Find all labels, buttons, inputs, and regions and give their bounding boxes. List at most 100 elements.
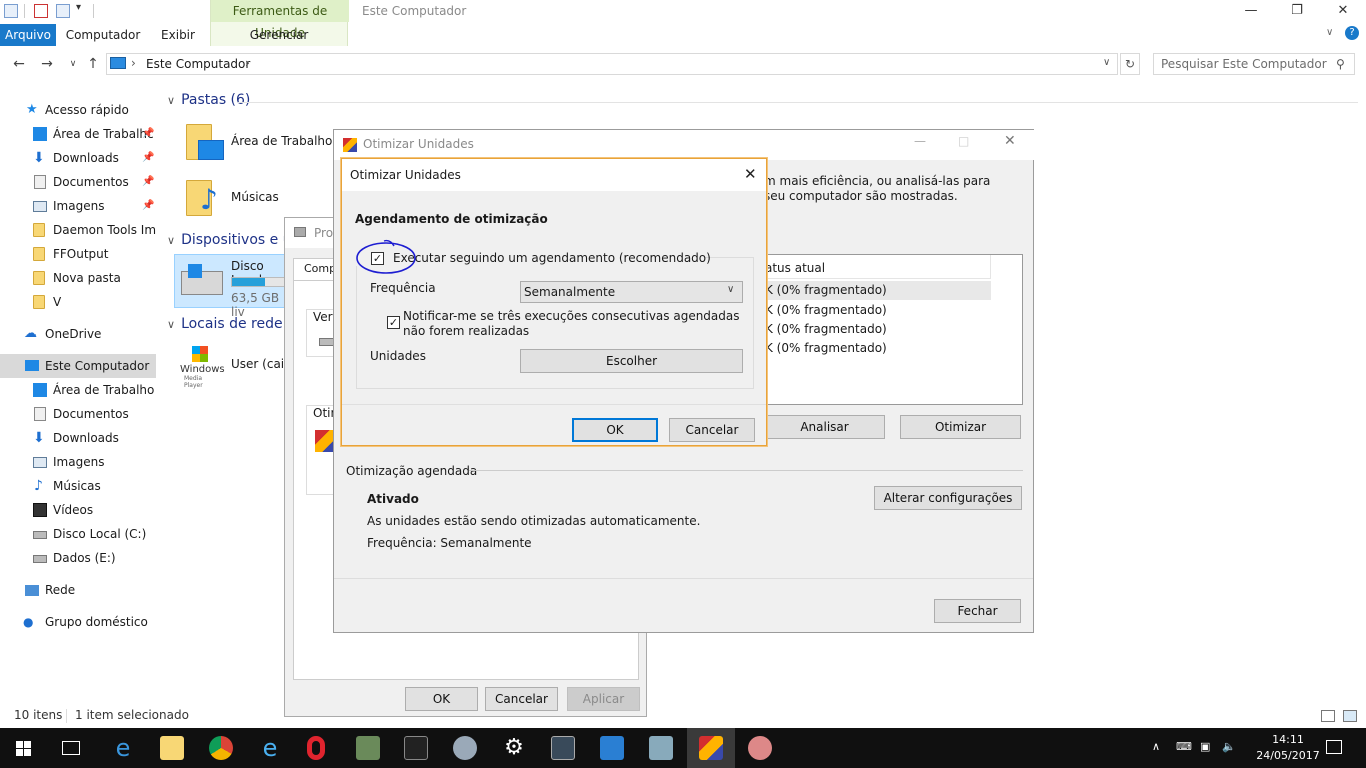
- tab-arquivo[interactable]: Arquivo: [0, 24, 56, 46]
- sidebar-item-drive-c[interactable]: Disco Local (C:): [0, 522, 156, 546]
- analyze-button[interactable]: Analisar: [764, 415, 885, 439]
- change-settings-button[interactable]: Alterar configurações: [874, 486, 1022, 510]
- drive-tile-selected[interactable]: Disco Local 63,5 GB liv: [174, 254, 287, 319]
- properties-ok-button[interactable]: OK: [405, 687, 478, 711]
- chevron-up-icon[interactable]: ∧: [1152, 740, 1160, 753]
- refresh-button[interactable]: ↻: [1120, 53, 1140, 75]
- drive-app-icon[interactable]: [649, 736, 673, 760]
- address-dropdown-icon[interactable]: ∨: [1103, 57, 1110, 68]
- sidebar-item-v[interactable]: V: [0, 290, 156, 314]
- sidebar-item-desktop-quick[interactable]: Área de Trabalhc 📌: [0, 122, 156, 146]
- app-icon[interactable]: [600, 736, 624, 760]
- sidebar-item-music[interactable]: ♪ Músicas: [0, 474, 156, 498]
- notify-label-line-2[interactable]: não forem realizadas: [403, 324, 529, 338]
- sidebar-item-documents[interactable]: Documentos: [0, 402, 156, 426]
- sidebar-item-network[interactable]: Rede: [0, 578, 156, 602]
- sidebar-item-desktop[interactable]: Área de Trabalho: [0, 378, 156, 402]
- sidebar-item-quick-access[interactable]: ★ Acesso rápido: [0, 98, 156, 122]
- group-header-network[interactable]: ∨ Locais de rede (: [167, 316, 293, 332]
- sidebar-item-documents-quick[interactable]: Documentos 📌: [0, 170, 156, 194]
- breadcrumb-location[interactable]: Este Computador: [146, 57, 250, 71]
- clock-time[interactable]: 14:11: [1256, 733, 1320, 746]
- opera-icon[interactable]: [307, 736, 325, 760]
- tab-computador[interactable]: Computador: [62, 24, 144, 46]
- sidebar-item-daemon-tools[interactable]: Daemon Tools Imag: [0, 218, 156, 242]
- sidebar-item-homegroup[interactable]: ● Grupo doméstico: [0, 610, 156, 634]
- help-icon[interactable]: ?: [1345, 26, 1359, 40]
- notify-label-line-1[interactable]: Notificar-me se três execuções consecuti…: [403, 309, 740, 323]
- address-field[interactable]: › Este Computador › ∨: [106, 53, 1118, 75]
- minimize-button[interactable]: —: [1228, 0, 1274, 24]
- sidebar-item-downloads[interactable]: ⬇ Downloads: [0, 426, 156, 450]
- wmp-tile[interactable]: Windows Media Player: [180, 344, 225, 389]
- close-button[interactable]: ✕: [1320, 0, 1366, 24]
- app-icon[interactable]: [551, 736, 575, 760]
- choose-drives-button[interactable]: Escolher: [520, 349, 743, 373]
- close-button[interactable]: ✕: [1004, 133, 1016, 149]
- task-view-icon[interactable]: [62, 741, 80, 755]
- details-view-icon[interactable]: [1321, 710, 1335, 722]
- breadcrumb-chevron-icon[interactable]: ›: [245, 56, 250, 70]
- group-header-folders[interactable]: ∨ Pastas (6): [167, 92, 250, 108]
- large-icons-view-icon[interactable]: [1343, 710, 1357, 722]
- folder-label[interactable]: Músicas: [231, 190, 279, 204]
- start-button[interactable]: [16, 741, 32, 757]
- clock-date[interactable]: 24/05/2017: [1256, 749, 1320, 762]
- column-header-status[interactable]: atus atual: [765, 255, 991, 279]
- internet-explorer-icon[interactable]: e: [258, 736, 282, 760]
- close-button[interactable]: ✕: [744, 165, 757, 183]
- maximize-button[interactable]: □: [958, 134, 969, 148]
- sidebar-item-ffoutput[interactable]: FFOutput: [0, 242, 156, 266]
- file-explorer-icon[interactable]: [160, 736, 184, 760]
- close-dialog-button[interactable]: Fechar: [934, 599, 1021, 623]
- sidebar-item-this-pc[interactable]: Este Computador: [0, 354, 156, 378]
- input-method-icon[interactable]: ⌨: [1176, 740, 1192, 753]
- new-folder-qat-icon[interactable]: [56, 4, 70, 18]
- edge-icon[interactable]: e: [111, 736, 135, 760]
- sidebar-item-onedrive[interactable]: ☁ OneDrive: [0, 322, 156, 346]
- defrag-icon[interactable]: [699, 736, 723, 760]
- folder-desktop-tile[interactable]: [186, 122, 226, 164]
- settings-gear-icon[interactable]: ⚙: [502, 736, 526, 760]
- run-on-schedule-label[interactable]: Executar seguindo um agendamento (recome…: [393, 251, 711, 265]
- group-header-devices[interactable]: ∨ Dispositivos e u: [167, 232, 292, 248]
- sidebar-item-downloads-quick[interactable]: ⬇ Downloads 📌: [0, 146, 156, 170]
- drive-row[interactable]: K (0% fragmentado): [765, 320, 991, 339]
- sidebar-item-pictures-quick[interactable]: Imagens 📌: [0, 194, 156, 218]
- tab-compartilhamento[interactable]: Compa: [293, 258, 343, 280]
- drive-list[interactable]: atus atual K (0% fragmentado) K (0% frag…: [764, 254, 1023, 405]
- sidebar-item-nova-pasta[interactable]: Nova pasta: [0, 266, 156, 290]
- app-icon[interactable]: [356, 736, 380, 760]
- app-icon[interactable]: [748, 736, 772, 760]
- tab-gerenciar[interactable]: Gerenciar: [210, 24, 348, 46]
- notify-checkbox[interactable]: ✓: [387, 316, 400, 329]
- schedule-ok-button[interactable]: OK: [572, 418, 658, 442]
- properties-cancel-button[interactable]: Cancelar: [485, 687, 558, 711]
- properties-apply-button[interactable]: Aplicar: [567, 687, 640, 711]
- recent-locations-button[interactable]: ∨: [64, 55, 82, 73]
- network-icon[interactable]: ▣: [1200, 740, 1210, 753]
- frequency-select[interactable]: Semanalmente ∨: [520, 281, 743, 303]
- search-input[interactable]: Pesquisar Este Computador ⚲: [1153, 53, 1355, 75]
- expand-ribbon-icon[interactable]: ∨: [1326, 27, 1333, 38]
- drive-row[interactable]: K (0% fragmentado): [765, 339, 991, 358]
- sidebar-item-drive-e[interactable]: Dados (E:): [0, 546, 156, 570]
- folder-label[interactable]: Área de Trabalho: [231, 134, 332, 148]
- action-center-icon[interactable]: [1326, 740, 1342, 754]
- volume-icon[interactable]: 🔈: [1222, 740, 1236, 753]
- sidebar-item-videos[interactable]: Vídeos: [0, 498, 156, 522]
- computer-icon[interactable]: [4, 4, 18, 18]
- command-prompt-icon[interactable]: [404, 736, 428, 760]
- schedule-cancel-button[interactable]: Cancelar: [669, 418, 755, 442]
- drive-row[interactable]: K (0% fragmentado): [765, 301, 991, 320]
- minimize-button[interactable]: —: [914, 134, 926, 148]
- back-button[interactable]: ←: [10, 55, 28, 73]
- maximize-button[interactable]: ❐: [1274, 0, 1320, 24]
- properties-qat-icon[interactable]: [34, 4, 48, 18]
- tab-exibir[interactable]: Exibir: [152, 24, 204, 46]
- customize-qat-icon[interactable]: ▾: [76, 2, 81, 13]
- up-button[interactable]: ↑: [84, 55, 102, 73]
- folder-music-tile[interactable]: ♪: [186, 178, 226, 220]
- optimize-button[interactable]: Otimizar: [900, 415, 1021, 439]
- app-icon[interactable]: [453, 736, 477, 760]
